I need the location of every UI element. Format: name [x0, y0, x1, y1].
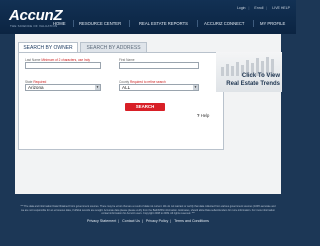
state-value: Arizona	[28, 85, 44, 90]
top-links: Login | Enroll | LIVE HELP	[236, 6, 290, 10]
footer: *** The data and information Data Obtain…	[20, 205, 276, 223]
enroll-link[interactable]: Enroll	[254, 6, 263, 10]
help-link[interactable]: ? Help	[197, 113, 209, 118]
last-name-input[interactable]	[25, 62, 101, 69]
footer-contact-us[interactable]: Contact Us	[122, 219, 140, 223]
county-select[interactable]: ALL ▼	[119, 84, 199, 91]
footer-terms[interactable]: Terms and Conditions	[174, 219, 209, 223]
nav-home[interactable]: HOME	[53, 19, 66, 28]
search-form-panel: Last Name Minimum of 2 characters, use I…	[18, 52, 224, 150]
state-select[interactable]: Arizona ▼	[25, 84, 101, 91]
first-name-input[interactable]	[119, 62, 199, 69]
promo-line-1: Click To View	[241, 73, 280, 79]
footer-privacy-policy[interactable]: Privacy Policy	[146, 219, 168, 223]
nav-resource-center[interactable]: RESOURCE CENTER	[79, 19, 121, 28]
disclaimer-text: *** The data and information Data Obtain…	[20, 205, 276, 215]
login-link[interactable]: Login	[237, 6, 246, 10]
nav-my-profile[interactable]: MY PROFILE	[260, 19, 285, 28]
chevron-down-icon: ▼	[95, 85, 100, 90]
main-nav: HOME RESOURCE CENTER REAL ESTATE REPORTS…	[0, 19, 296, 28]
county-value: ALL	[122, 85, 131, 90]
chevron-down-icon: ▼	[193, 85, 198, 90]
main-content: SEARCH BY OWNER SEARCH BY ADDRESS Last N…	[15, 34, 282, 194]
promo-line-2: Real Estate Trends	[226, 81, 280, 87]
real-estate-trends-banner[interactable]: Click To View Real Estate Trends	[216, 52, 282, 92]
footer-links: Privacy Statement | Contact Us | Privacy P…	[87, 218, 209, 223]
nav-accuriz-connect[interactable]: ACCURIZ CONNECT	[204, 19, 244, 28]
footer-privacy-statement[interactable]: Privacy Statement	[87, 219, 116, 223]
live-help-link[interactable]: LIVE HELP	[272, 6, 290, 10]
help-icon: ?	[197, 113, 200, 118]
search-button[interactable]: SEARCH	[125, 103, 165, 111]
nav-real-estate-reports[interactable]: REAL ESTATE REPORTS	[139, 19, 188, 28]
site-header: AccunZ THE SCIENCE OF VALUATION Login | E…	[0, 0, 296, 34]
